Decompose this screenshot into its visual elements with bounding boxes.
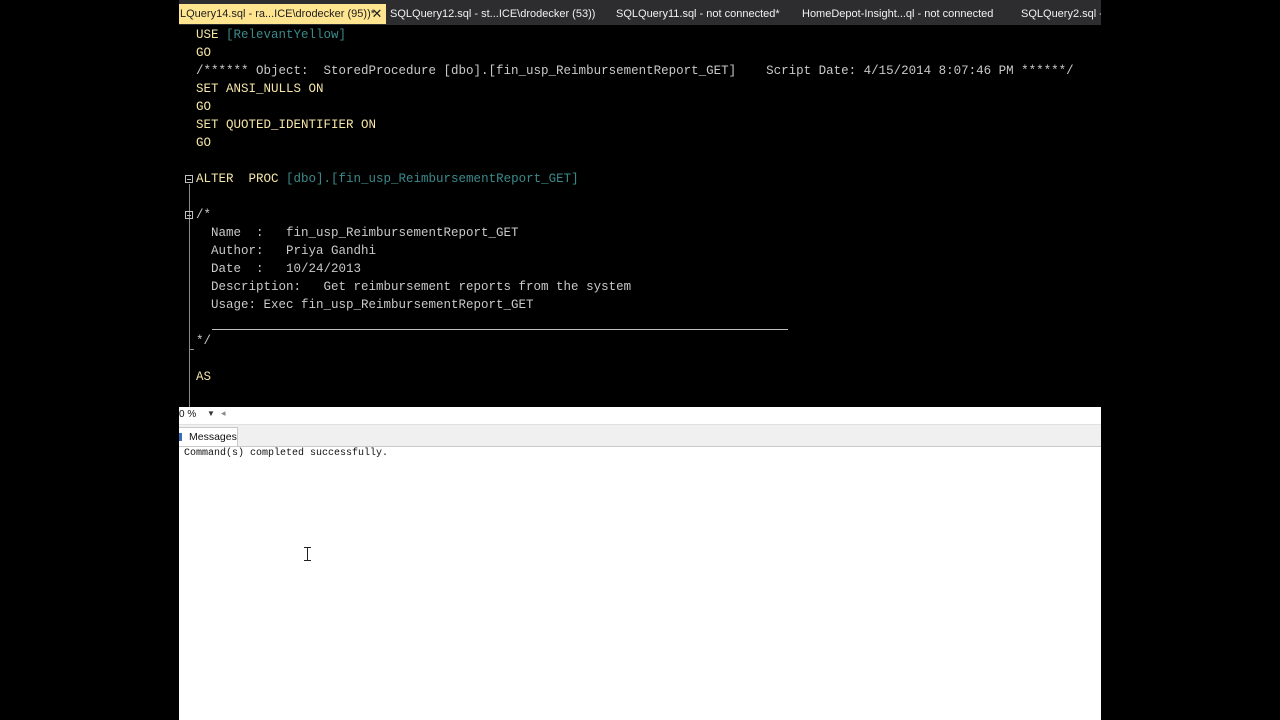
message-text: Command(s) completed successfully. (184, 448, 389, 459)
code-line: SET ANSI_NULLS ON (196, 82, 324, 96)
tab-label: Messages (189, 431, 237, 443)
comment-line: Name : fin_usp_ReimbursementReport_GET (196, 226, 519, 240)
zoom-bar: 0 % ▼ ◂ (179, 407, 1101, 425)
code-line: SET QUOTED_IDENTIFIER ON (196, 118, 377, 132)
comment-line: Date : 10/24/2013 (196, 262, 362, 276)
scroll-left-icon[interactable]: ◂ (221, 408, 226, 419)
fold-collapse-icon[interactable] (185, 211, 193, 219)
tab-label: SQLQuery12.sql - st...ICE\drodecker (53)… (390, 8, 595, 20)
tab-label: SQLQuery2.sql - (1021, 8, 1101, 20)
tab-label: LQuery14.sql - ra...ICE\drodecker (95))* (180, 8, 376, 20)
tab-sqlquery12[interactable]: SQLQuery12.sql - st...ICE\drodecker (53)… (390, 4, 595, 24)
code-line: GO (196, 100, 212, 114)
code-line: ALTER PROC [dbo].[fin_usp_ReimbursementR… (196, 170, 579, 188)
code-line: USE [RelevantYellow] (196, 26, 346, 44)
messages-pane[interactable]: Command(s) completed successfully. (179, 447, 1101, 720)
tab-sqlquery11[interactable]: SQLQuery11.sql - not connected* (616, 4, 786, 24)
zoom-level[interactable]: 0 % (179, 409, 196, 420)
document-tab-strip: LQuery14.sql - ra...ICE\drodecker (95))*… (179, 0, 1101, 25)
keyword: USE (196, 28, 219, 42)
code-comment: /****** Object: StoredProcedure [dbo].[f… (196, 64, 1074, 78)
comment-line: Description: Get reimbursement reports f… (196, 280, 632, 294)
tab-homedepot-insight[interactable]: HomeDepot-Insight...ql - not connected (802, 4, 1002, 24)
identifier: [dbo].[fin_usp_ReimbursementReport_GET] (286, 172, 579, 186)
messages-icon (179, 433, 182, 441)
query-editor[interactable]: USE [RelevantYellow] GO /****** Object: … (179, 25, 1101, 407)
code-line: AS (196, 370, 212, 384)
code-line: GO (196, 136, 212, 150)
tab-messages[interactable]: Messages (179, 427, 238, 446)
chevron-down-icon[interactable]: ▼ (207, 409, 215, 418)
code-line: GO (196, 46, 212, 60)
identifier: [RelevantYellow] (226, 28, 347, 42)
comment-line: Author: Priya Gandhi (196, 244, 377, 258)
ssms-window: LQuery14.sql - ra...ICE\drodecker (95))*… (179, 0, 1101, 720)
fold-collapse-icon[interactable] (185, 175, 193, 183)
tab-sqlquery2[interactable]: SQLQuery2.sql - (1021, 4, 1101, 24)
text-cursor-icon (304, 547, 311, 561)
fold-guide-end (189, 349, 194, 350)
comment-open: /* (196, 208, 212, 222)
comment-close: */ (196, 334, 212, 348)
comment-rule (212, 329, 788, 330)
close-icon[interactable]: ✕ (371, 4, 383, 24)
results-tab-strip: Messages (179, 425, 1101, 447)
tab-label: SQLQuery11.sql - not connected* (616, 8, 780, 20)
tab-sqlquery14[interactable]: LQuery14.sql - ra...ICE\drodecker (95))*… (179, 4, 386, 24)
comment-line: Usage: Exec fin_usp_ReimbursementReport_… (196, 298, 534, 312)
tab-label: HomeDepot-Insight...ql - not connected (802, 8, 994, 20)
keyword: ALTER PROC (196, 172, 279, 186)
